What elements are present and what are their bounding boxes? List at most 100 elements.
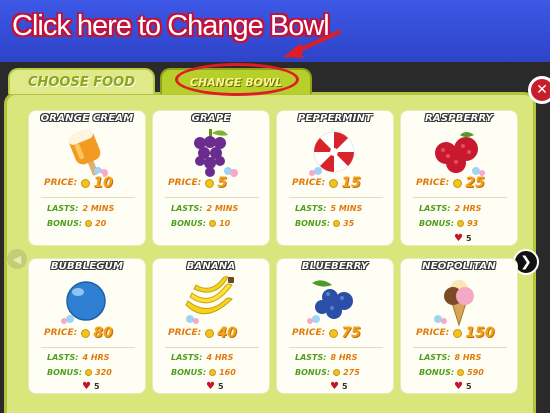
price-label: PRICE: — [292, 178, 326, 188]
bonus-label: BONUS: — [47, 219, 83, 228]
hearts-row: ♥ 5 — [454, 233, 472, 244]
food-card-grape[interactable]: GRAPE PRICE: 5 LASTS: 2 MINS BONUS: 10 — [152, 110, 270, 246]
coin-icon — [205, 178, 215, 188]
red-arrow-icon — [283, 30, 341, 58]
neopolitan-ice-cream-icon — [434, 280, 474, 327]
coin-icon — [81, 178, 91, 188]
coin-icon — [333, 220, 341, 227]
price-label: PRICE: — [416, 328, 450, 338]
price-row: PRICE: 80 — [44, 325, 113, 341]
lasts-value: 8 HRS — [454, 353, 482, 362]
bonus-value: 320 — [95, 368, 112, 377]
close-icon: ✕ — [536, 82, 548, 98]
price-value: 15 — [341, 175, 361, 191]
bonus-row: BONUS: 93 — [419, 219, 478, 228]
price-value: 40 — [217, 325, 237, 341]
divider — [41, 347, 135, 348]
food-card-orange-cream[interactable]: ORANGE CREAM PRICE: 10 LASTS: 2 MINS BON… — [28, 110, 146, 246]
bonus-row: BONUS: 320 — [47, 368, 112, 377]
lasts-row: LASTS: 8 HRS — [295, 353, 357, 362]
lasts-label: LASTS: — [295, 353, 327, 362]
bonus-row: BONUS: 35 — [295, 219, 354, 228]
price-label: PRICE: — [44, 178, 78, 188]
heart-icon: ♥ — [82, 381, 91, 392]
bonus-label: BONUS: — [171, 219, 207, 228]
divider — [165, 197, 259, 198]
price-row: PRICE: 25 — [416, 175, 485, 191]
chevron-left-icon: ◀ — [12, 252, 22, 266]
heart-icon: ♥ — [454, 381, 463, 392]
heart-icon: ♥ — [330, 381, 339, 392]
price-label: PRICE: — [44, 328, 78, 338]
lasts-label: LASTS: — [419, 353, 451, 362]
bonus-label: BONUS: — [295, 368, 331, 377]
bonus-row: BONUS: 590 — [419, 368, 484, 377]
coin-icon — [81, 328, 91, 338]
tab-choose-food-label: CHOOSE FOOD — [27, 74, 136, 90]
lasts-label: LASTS: — [47, 204, 79, 213]
lasts-value: 8 HRS — [330, 353, 358, 362]
food-card-banana[interactable]: BANANA PRICE: 40 LASTS: 4 HRS BONUS: 160… — [152, 258, 270, 394]
food-card-blueberry[interactable]: BLUEBERRY PRICE: 75 LASTS: 8 HRS BONUS: … — [276, 258, 394, 394]
hearts-value: 5 — [93, 382, 100, 391]
lasts-row: LASTS: 8 HRS — [419, 353, 481, 362]
lasts-row: LASTS: 2 MINS — [47, 204, 114, 213]
food-name: BLUEBERRY — [301, 261, 369, 272]
banana-icon — [185, 276, 234, 324]
lasts-row: LASTS: 4 HRS — [171, 353, 233, 362]
divider — [289, 347, 383, 348]
price-label: PRICE: — [168, 328, 202, 338]
close-button[interactable]: ✕ — [528, 76, 550, 104]
divider — [413, 347, 507, 348]
price-row: PRICE: 5 — [168, 175, 227, 191]
chevron-right-icon: ❯ — [520, 254, 532, 270]
price-value: 80 — [93, 325, 113, 341]
bonus-row: BONUS: 160 — [171, 368, 236, 377]
coin-icon — [205, 328, 215, 338]
price-value: 5 — [217, 175, 227, 191]
hearts-row: ♥ 5 — [330, 381, 348, 392]
bonus-label: BONUS: — [419, 368, 455, 377]
food-name: NEOPOLITAN — [422, 261, 496, 272]
coin-icon — [329, 328, 339, 338]
bonus-value: 10 — [219, 219, 231, 228]
price-row: PRICE: 75 — [292, 325, 361, 341]
lasts-row: LASTS: 4 HRS — [47, 353, 109, 362]
hearts-value: 5 — [465, 234, 472, 243]
coin-icon — [85, 220, 93, 227]
divider — [289, 197, 383, 198]
price-label: PRICE: — [168, 178, 202, 188]
food-card-peppermint[interactable]: PEPPERMINT PRICE: 15 LASTS: 5 MINS BONUS… — [276, 110, 394, 246]
tab-choose-food[interactable]: CHOOSE FOOD — [8, 68, 155, 94]
blueberry-icon — [307, 280, 353, 324]
previous-page-button[interactable]: ◀ — [7, 249, 27, 269]
bonus-value: 20 — [95, 219, 107, 228]
bonus-row: BONUS: 20 — [47, 219, 106, 228]
grape-icon — [194, 129, 238, 177]
lasts-row: LASTS: 2 HRS — [419, 204, 481, 213]
price-value: 25 — [465, 175, 485, 191]
divider — [413, 197, 507, 198]
hearts-value: 5 — [217, 382, 224, 391]
raspberry-icon — [435, 132, 485, 176]
divider — [165, 347, 259, 348]
food-name: BUBBLEGUM — [50, 261, 124, 272]
lasts-label: LASTS: — [171, 353, 203, 362]
price-row: PRICE: 40 — [168, 325, 237, 341]
food-card-raspberry[interactable]: RASPBERRY PRICE: 25 LASTS: 2 HRS BONUS: … — [400, 110, 518, 246]
price-row: PRICE: 10 — [44, 175, 113, 191]
lasts-row: LASTS: 2 MINS — [171, 204, 238, 213]
food-card-bubblegum[interactable]: BUBBLEGUM PRICE: 80 LASTS: 4 HRS BONUS: … — [28, 258, 146, 394]
food-card-neopolitan[interactable]: NEOPOLITAN PRICE: 150 LASTS: 8 HRS BONUS… — [400, 258, 518, 394]
price-value: 150 — [465, 325, 495, 341]
bonus-value: 93 — [467, 219, 479, 228]
lasts-row: LASTS: 5 MINS — [295, 204, 362, 213]
hearts-row: ♥ 5 — [206, 381, 224, 392]
heart-icon: ♥ — [454, 233, 463, 244]
price-value: 10 — [93, 175, 113, 191]
coin-icon — [333, 369, 341, 376]
food-name: GRAPE — [191, 113, 231, 124]
coin-icon — [85, 369, 93, 376]
coin-icon — [209, 220, 217, 227]
peppermint-candy-icon — [309, 131, 355, 176]
